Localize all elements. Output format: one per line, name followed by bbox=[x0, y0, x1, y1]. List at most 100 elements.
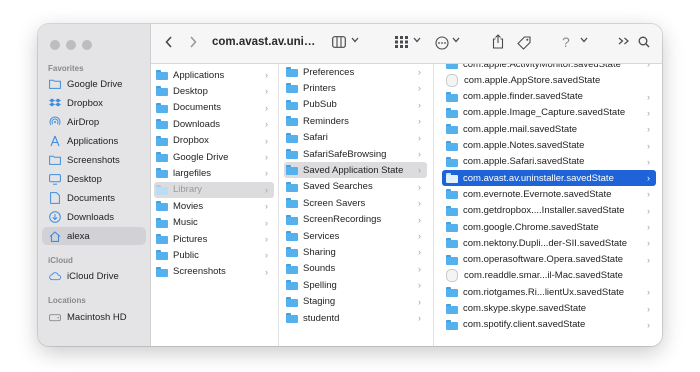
list-item[interactable]: com.apple.finder.savedState › bbox=[442, 89, 656, 105]
folder-icon bbox=[446, 319, 458, 330]
sidebar-item-label: AirDrop bbox=[67, 116, 100, 128]
list-item[interactable]: Movies › bbox=[154, 198, 274, 214]
list-item[interactable]: Desktop › bbox=[154, 83, 274, 99]
list-item[interactable]: com.operasoftware.Opera.savedState › bbox=[442, 252, 656, 268]
list-item-label: com.evernote.Evernote.savedState bbox=[463, 188, 612, 200]
list-item[interactable]: Music › bbox=[154, 215, 274, 231]
list-item[interactable]: Services › bbox=[284, 228, 427, 244]
chevron-right-icon: › bbox=[418, 67, 421, 77]
help-chevron-icon[interactable] bbox=[580, 37, 588, 43]
sidebar-item-icloud-drive[interactable]: iCloud Drive bbox=[42, 267, 146, 285]
list-item[interactable]: com.apple.ActivityMonitor.savedState › bbox=[442, 64, 656, 72]
list-item[interactable]: com.readdle.smar...il-Mac.savedState bbox=[442, 268, 656, 284]
sidebar-item-applications[interactable]: Applications bbox=[42, 132, 146, 150]
list-item[interactable]: com.apple.AppStore.savedState bbox=[442, 72, 656, 88]
folder-icon bbox=[446, 287, 458, 298]
share-icon[interactable] bbox=[492, 34, 504, 49]
list-item[interactable]: Reminders › bbox=[284, 113, 427, 129]
folder-icon bbox=[156, 217, 168, 228]
list-item-label: Saved Searches bbox=[303, 181, 373, 193]
chevron-right-icon: › bbox=[647, 303, 650, 314]
list-item-label: com.apple.Notes.savedState bbox=[463, 140, 585, 151]
list-item[interactable]: studentd › bbox=[284, 310, 427, 326]
zoom-window-button[interactable] bbox=[82, 40, 92, 50]
list-item-label: com.apple.AppStore.savedState bbox=[464, 74, 601, 86]
list-item[interactable]: Sharing › bbox=[284, 244, 427, 260]
list-item[interactable]: Dropbox › bbox=[154, 133, 274, 149]
list-item[interactable]: com.avast.av.uninstaller.savedState › bbox=[442, 170, 656, 187]
column-2[interactable]: Preferences › Printers › PubSub › Reminders › Sa… bbox=[279, 64, 434, 346]
list-item-label: com.readdle.smar...il-Mac.savedState bbox=[464, 270, 623, 282]
more-icon[interactable] bbox=[435, 36, 449, 50]
list-item[interactable]: Google Drive › bbox=[154, 149, 274, 165]
extend-icon[interactable] bbox=[618, 37, 630, 45]
help-icon[interactable]: ? bbox=[562, 34, 570, 50]
list-item[interactable]: Screenshots › bbox=[154, 264, 274, 280]
column-1[interactable]: Applications › Desktop › Documents › Downloads… bbox=[151, 64, 279, 346]
list-item[interactable]: com.apple.mail.savedState › bbox=[442, 121, 656, 137]
list-item[interactable]: com.google.Chrome.savedState › bbox=[442, 219, 656, 235]
list-item[interactable]: Saved Searches › bbox=[284, 179, 427, 195]
list-item[interactable]: Saved Application State › bbox=[284, 162, 427, 179]
sidebar-item-screenshots[interactable]: Screenshots bbox=[42, 151, 146, 169]
list-item[interactable]: com.apple.Safari.savedState › bbox=[442, 154, 656, 170]
chevron-right-icon: › bbox=[647, 238, 650, 249]
search-icon[interactable] bbox=[638, 36, 650, 48]
tag-icon[interactable] bbox=[517, 36, 531, 50]
sidebar-item-airdrop[interactable]: AirDrop bbox=[42, 113, 146, 131]
chevron-right-icon: › bbox=[265, 266, 268, 277]
close-window-button[interactable] bbox=[50, 40, 60, 50]
column-view-icon[interactable] bbox=[332, 36, 346, 48]
list-item[interactable]: largefiles › bbox=[154, 165, 274, 181]
sidebar-item-downloads[interactable]: Downloads bbox=[42, 208, 146, 226]
column-3[interactable]: com.apple.ActivityMonitor.savedState › com… bbox=[434, 64, 662, 346]
sidebar: Favorites Google Drive Dropbox AirDrop Appl… bbox=[38, 24, 151, 346]
minimize-window-button[interactable] bbox=[66, 40, 76, 50]
chevron-right-icon: › bbox=[647, 124, 650, 135]
list-item[interactable]: com.apple.Image_Capture.savedState › bbox=[442, 105, 656, 121]
sidebar-header-favorites: Favorites bbox=[48, 64, 84, 73]
list-item[interactable]: SafariSafeBrowsing › bbox=[284, 146, 427, 162]
sidebar-item-macintosh-hd[interactable]: Macintosh HD bbox=[42, 308, 146, 326]
sidebar-item-dropbox[interactable]: Dropbox bbox=[42, 94, 146, 112]
chevron-right-icon: › bbox=[418, 83, 421, 94]
list-item[interactable]: Sounds › bbox=[284, 261, 427, 277]
list-item[interactable]: ScreenRecordings › bbox=[284, 212, 427, 228]
list-item[interactable]: Preferences › bbox=[284, 64, 427, 80]
list-item[interactable]: Pictures › bbox=[154, 231, 274, 247]
list-item[interactable]: Printers › bbox=[284, 80, 427, 96]
sidebar-item-google-drive[interactable]: Google Drive bbox=[42, 75, 146, 93]
list-item[interactable]: Spelling › bbox=[284, 277, 427, 293]
sidebar-item-desktop[interactable]: Desktop bbox=[42, 170, 146, 188]
list-item[interactable]: Safari › bbox=[284, 130, 427, 146]
list-item[interactable]: PubSub › bbox=[284, 97, 427, 113]
list-item-label: Pictures bbox=[173, 233, 208, 245]
list-item[interactable]: Library › bbox=[154, 181, 274, 198]
list-item[interactable]: com.nektony.Dupli...der-SII.savedState › bbox=[442, 235, 656, 251]
sidebar-item-documents[interactable]: Documents bbox=[42, 189, 146, 207]
group-icon[interactable] bbox=[395, 36, 409, 48]
chevron-down-icon[interactable] bbox=[351, 37, 359, 43]
list-item[interactable]: com.getdropbox....Installer.savedState › bbox=[442, 203, 656, 219]
list-item[interactable]: com.skype.skype.savedState › bbox=[442, 301, 656, 317]
sidebar-item-alexa[interactable]: alexa bbox=[42, 227, 146, 245]
list-item[interactable]: com.spotify.client.savedState › bbox=[442, 317, 656, 333]
list-item[interactable]: Public › bbox=[154, 247, 274, 263]
list-item[interactable]: com.apple.Notes.savedState › bbox=[442, 138, 656, 154]
list-item[interactable]: Screen Savers › bbox=[284, 195, 427, 211]
forward-icon[interactable] bbox=[189, 36, 197, 48]
list-item[interactable]: com.riotgames.Ri...lientUx.savedState › bbox=[442, 284, 656, 300]
list-item[interactable]: Staging › bbox=[284, 294, 427, 310]
list-item[interactable]: Applications › bbox=[154, 67, 274, 83]
list-item[interactable]: com.evernote.Evernote.savedState › bbox=[442, 186, 656, 202]
folder-icon bbox=[446, 107, 458, 118]
folder-icon bbox=[286, 165, 298, 176]
chevron-right-icon: › bbox=[418, 313, 421, 323]
list-item[interactable]: Documents › bbox=[154, 100, 274, 116]
list-item-label: Printers bbox=[303, 82, 336, 94]
folder-icon bbox=[446, 140, 458, 151]
list-item[interactable]: Downloads › bbox=[154, 116, 274, 132]
back-icon[interactable] bbox=[165, 36, 173, 48]
more-chevron-icon[interactable] bbox=[452, 37, 460, 43]
group-chevron-icon[interactable] bbox=[413, 37, 421, 43]
